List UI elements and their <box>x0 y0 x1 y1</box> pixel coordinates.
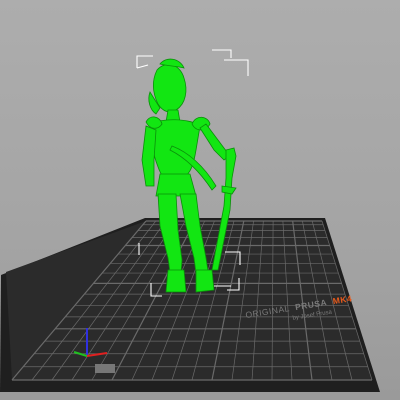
bed-handle <box>95 364 115 373</box>
3d-viewport[interactable]: ORIGINAL PRUSA MK4 by Josef Prusa <box>0 0 400 400</box>
scene-canvas[interactable]: ORIGINAL PRUSA MK4 by Josef Prusa <box>0 0 400 400</box>
